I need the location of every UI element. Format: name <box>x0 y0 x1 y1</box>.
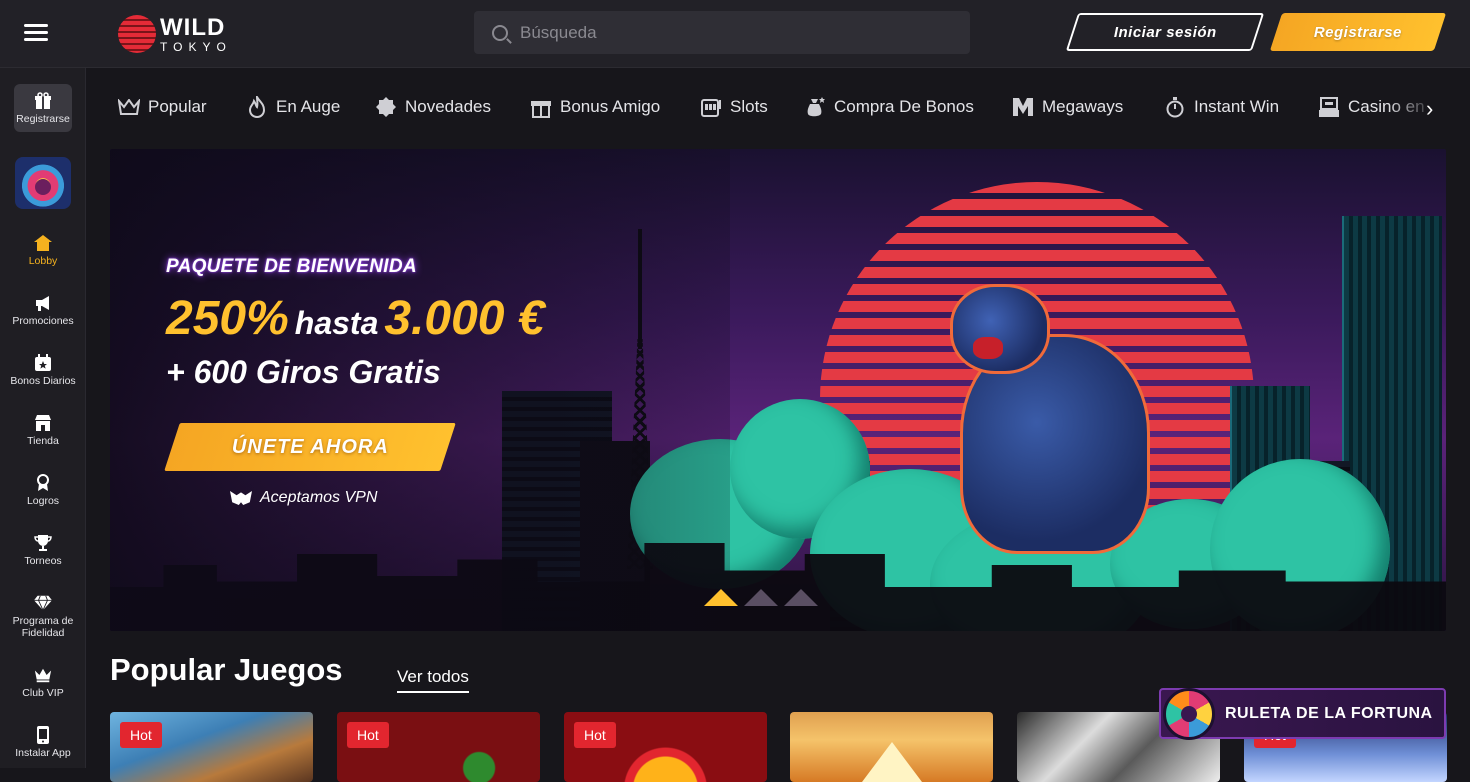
slot-machine-icon <box>700 96 722 118</box>
hot-badge: Hot <box>574 722 616 748</box>
category-buy-bonus[interactable]: Compra De Bonos <box>804 96 974 118</box>
sidebar-item-tournaments[interactable]: Torneos <box>0 534 86 567</box>
wheel-icon <box>1163 688 1215 740</box>
vpn-note: Aceptamos VPN <box>230 489 377 507</box>
category-friend-bonus[interactable]: Bonus Amigo <box>530 96 660 118</box>
fortune-wheel-button[interactable]: RULETA DE LA FORTUNA <box>1159 688 1446 740</box>
search-input[interactable] <box>520 22 940 43</box>
gift-icon <box>34 92 52 110</box>
category-trending[interactable]: En Auge <box>246 96 340 118</box>
see-all-link[interactable]: Ver todos <box>397 667 469 693</box>
sidebar-item-store[interactable]: Tienda <box>0 414 86 447</box>
hero-spins: + 600 Giros Gratis <box>166 354 441 390</box>
game-card[interactable] <box>790 712 993 782</box>
phone-icon <box>34 726 52 744</box>
gift-icon <box>530 96 552 118</box>
game-card[interactable]: Hot <box>564 712 767 782</box>
cashier-icon <box>1318 96 1340 118</box>
calendar-star-icon <box>34 354 52 372</box>
hero-percent: 250% <box>166 292 289 345</box>
hero-banner[interactable]: PAQUETE DE BIENVENIDA 250% hasta 3.000 € +… <box>110 149 1446 631</box>
fortune-wheel-thumbnail[interactable] <box>15 157 71 209</box>
sidebar-item-lobby[interactable]: Lobby <box>0 234 86 267</box>
carousel-dot[interactable] <box>784 589 818 606</box>
sidebar-item-promotions[interactable]: Promociones <box>0 294 86 327</box>
section-title: Popular Juegos <box>110 652 343 687</box>
category-new[interactable]: Novedades <box>375 96 491 118</box>
m-icon <box>1012 96 1034 118</box>
sidebar-item-achievements[interactable]: Logros <box>0 474 86 507</box>
register-button[interactable]: Registrarse <box>1269 13 1447 51</box>
bag-icon <box>804 96 826 118</box>
crown-icon <box>34 666 52 684</box>
sidebar-item-register[interactable]: Registrarse <box>14 84 72 132</box>
carousel-dot[interactable] <box>744 589 778 606</box>
diamond-icon <box>34 594 52 612</box>
hero-tagline: PAQUETE DE BIENVENIDA <box>166 256 417 277</box>
category-slots[interactable]: Slots <box>700 96 768 118</box>
mask-icon <box>230 491 252 505</box>
carousel-indicators <box>704 589 818 606</box>
top-bar: WILD TOKYO Iniciar sesión Registrarse <box>0 0 1470 68</box>
carousel-dot[interactable] <box>704 589 738 606</box>
hot-badge: Hot <box>120 722 162 748</box>
chevron-right-icon[interactable]: › <box>1426 96 1433 122</box>
store-icon <box>34 414 52 432</box>
login-button[interactable]: Iniciar sesión <box>1065 13 1265 51</box>
category-megaways[interactable]: Megaways <box>1012 96 1123 118</box>
home-icon <box>34 234 52 252</box>
hero-offer: 250% hasta 3.000 € <box>166 291 545 346</box>
join-now-button[interactable]: ÚNETE AHORA <box>164 423 456 471</box>
flame-icon <box>246 96 268 118</box>
pyramid-graphic <box>862 742 922 782</box>
game-card[interactable]: Hot <box>337 712 540 782</box>
logo-sun-icon <box>118 15 156 53</box>
sidebar-item-loyalty[interactable]: Programa de Fidelidad <box>0 594 86 639</box>
stopwatch-icon <box>1164 96 1186 118</box>
sidebar: Registrarse Lobby Promociones Bonos Diar… <box>0 68 86 768</box>
hot-badge: Hot <box>347 722 389 748</box>
search-bar[interactable] <box>474 11 970 54</box>
medal-icon <box>34 474 52 492</box>
sidebar-item-install-app[interactable]: Instalar App <box>0 726 86 759</box>
category-bar: Popular En Auge Novedades Bonus Amigo Sl… <box>86 68 1470 148</box>
category-popular[interactable]: Popular <box>118 96 207 118</box>
gorilla-graphic <box>930 274 1180 564</box>
sidebar-item-vip-club[interactable]: Club VIP <box>0 666 86 699</box>
badge-icon <box>375 96 397 118</box>
game-card[interactable]: Hot <box>110 712 313 782</box>
logo-sub: TOKYO <box>160 39 232 54</box>
logo-word: WILD <box>160 13 226 41</box>
crown-icon <box>118 96 140 118</box>
logo[interactable]: WILD TOKYO <box>118 14 232 54</box>
megaphone-icon <box>34 294 52 312</box>
trophy-icon <box>34 534 52 552</box>
hero-hasta: hasta <box>294 305 379 341</box>
sidebar-item-daily-bonus[interactable]: Bonos Diarios <box>0 354 86 387</box>
category-instant-win[interactable]: Instant Win <box>1164 96 1279 118</box>
menu-icon[interactable] <box>24 24 48 42</box>
hero-amount: 3.000 € <box>384 292 545 345</box>
search-icon <box>492 24 508 41</box>
